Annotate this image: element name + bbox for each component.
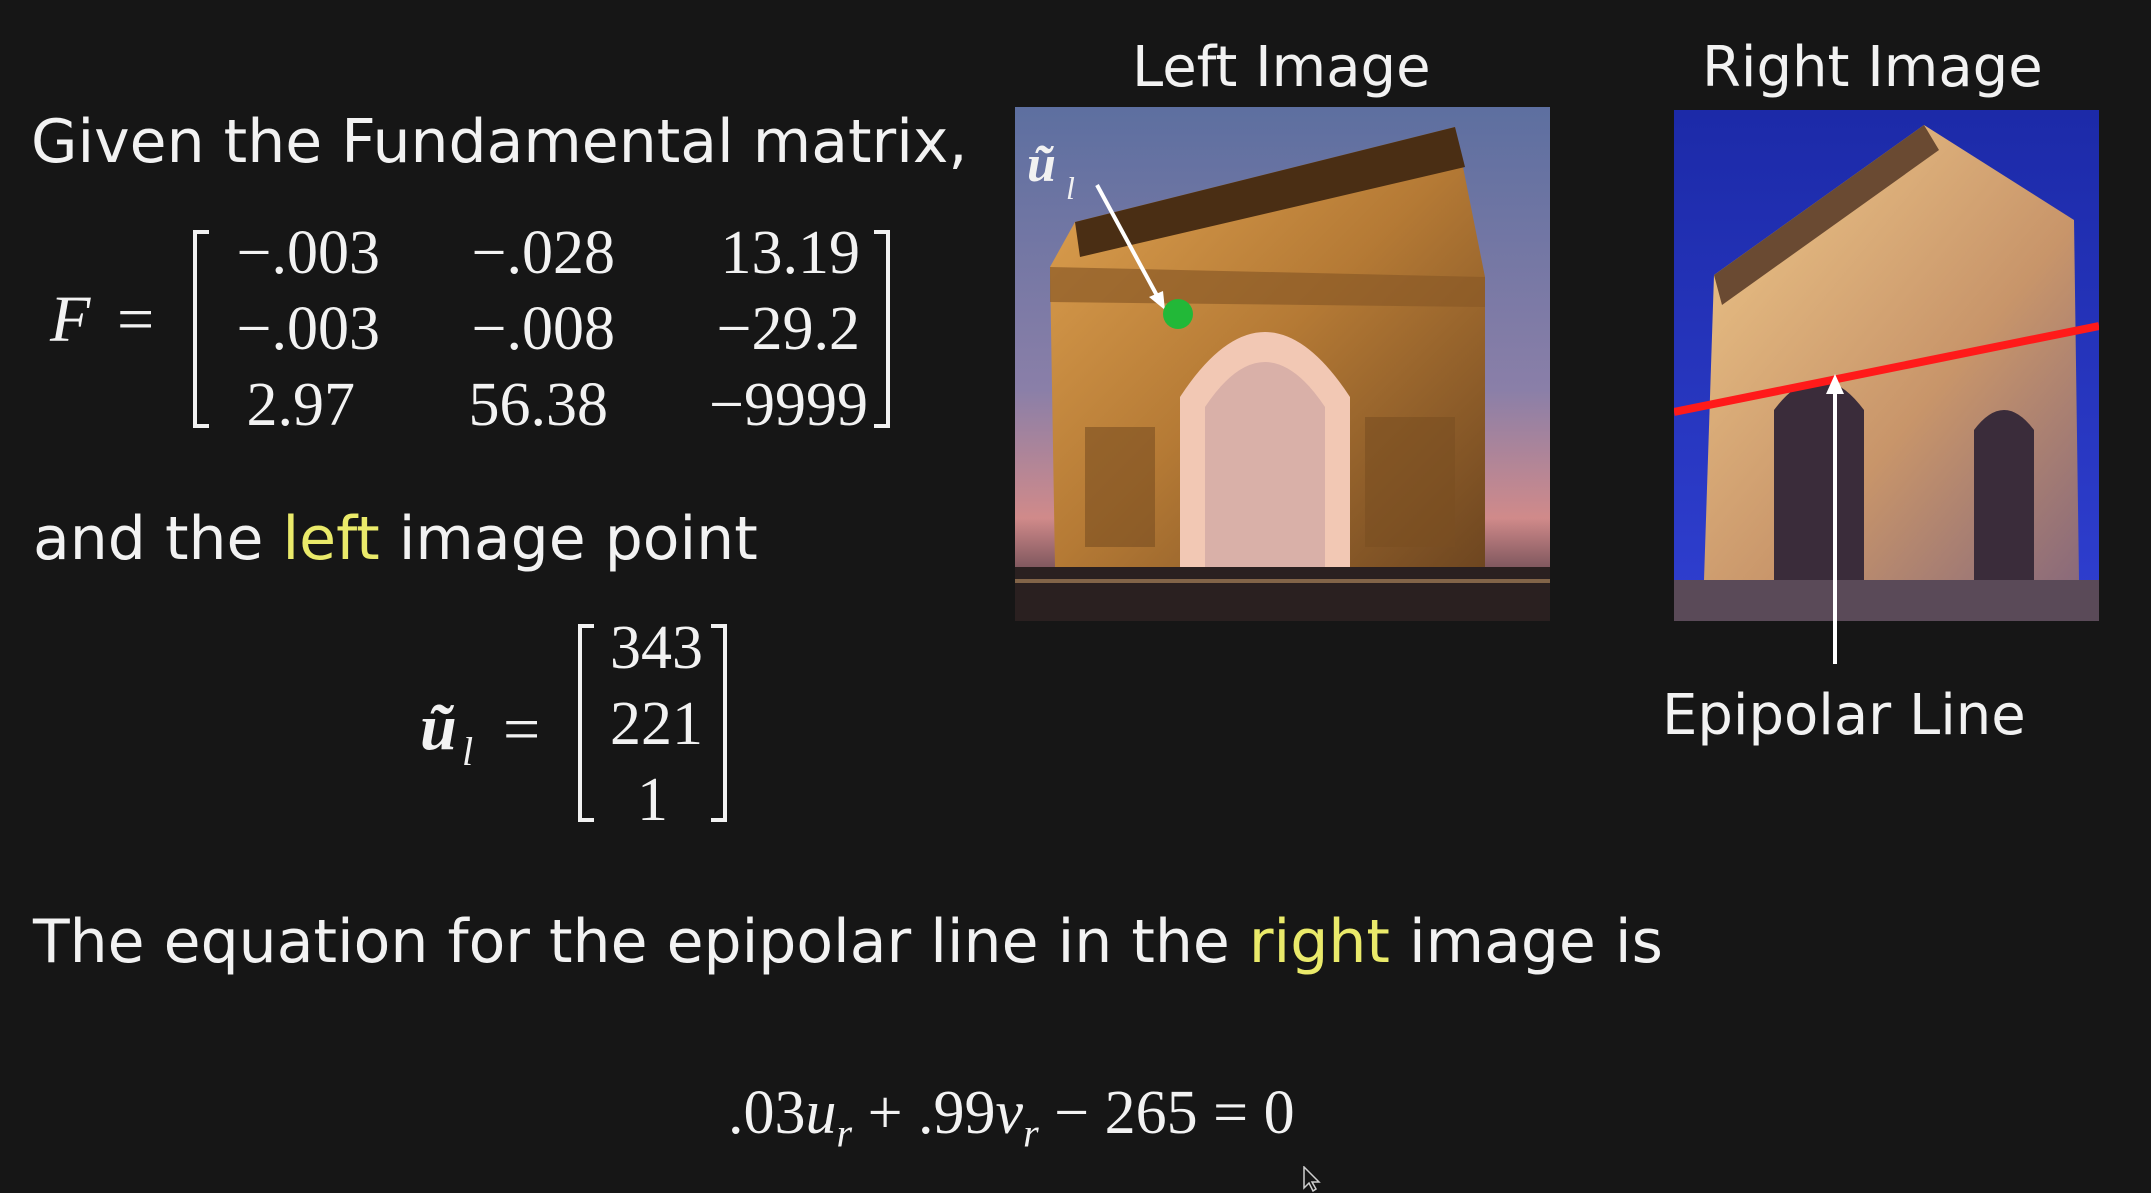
right-image-title: Right Image [1702, 35, 2043, 100]
matrix-cell: 2.97 [246, 371, 356, 439]
point-text-highlight: left [282, 504, 380, 574]
mouse-cursor-icon [1303, 1166, 1321, 1192]
point-text-post: image point [379, 504, 758, 574]
eq-plus: + [867, 1079, 903, 1147]
point-equals: = [503, 693, 541, 766]
vector-left-bracket [578, 624, 594, 822]
matrix-equals: = [117, 283, 155, 356]
result-text: The equation for the epipolar line in th… [33, 912, 1663, 972]
epipolar-equation: .03ur + .99vr − 265 = 0 [728, 1078, 1295, 1156]
vector-cell: 221 [610, 690, 703, 758]
matrix-right-bracket [874, 230, 890, 428]
left-point-label: ũ [1027, 136, 1056, 193]
left-image-title: Left Image [1132, 35, 1431, 100]
matrix-cell: 13.19 [720, 219, 861, 287]
eq-var-v: v [995, 1079, 1024, 1147]
eq-minus: − [1054, 1079, 1090, 1147]
point-text-pre: and the [33, 504, 283, 574]
point-symbol-subscript: l [462, 729, 474, 774]
eq-coef-u: .03 [728, 1079, 806, 1147]
matrix-cell: −.003 [236, 219, 380, 287]
vector-right-bracket [711, 624, 727, 822]
result-text-highlight: right [1248, 907, 1390, 977]
matrix-cell: −.003 [236, 295, 380, 363]
eq-rhs: 0 [1263, 1079, 1295, 1147]
vector-cell: 1 [637, 766, 668, 834]
matrix-symbol: F [50, 283, 91, 356]
left-image [1015, 107, 1550, 621]
epipolar-line-label: Epipolar Line [1662, 683, 2026, 748]
matrix-cell: −9999 [709, 371, 868, 439]
eq-var-u: u [805, 1079, 837, 1147]
eq-coef-v: .99 [918, 1079, 996, 1147]
left-point-label-subscript: l [1066, 170, 1075, 206]
right-image [1674, 110, 2099, 621]
result-text-pre: The equation for the epipolar line in th… [33, 907, 1249, 977]
left-image-point [1163, 299, 1193, 329]
eq-constant: 265 [1104, 1079, 1198, 1147]
eq-equals: = [1213, 1079, 1249, 1147]
vector-cell: 343 [610, 614, 703, 682]
point-symbol: ũ [420, 691, 457, 764]
epipolar-arrow [1826, 374, 1844, 664]
matrix-cell: 56.38 [468, 371, 609, 439]
intro-text: Given the Fundamental matrix, [31, 107, 968, 177]
result-text-post: image is [1389, 907, 1663, 977]
point-text: and the left image point [33, 509, 758, 569]
matrix-cell: −.008 [471, 295, 615, 363]
matrix-cell: −29.2 [716, 295, 860, 363]
eq-sub-u: r [836, 1110, 853, 1156]
matrix-cell: −.028 [471, 219, 615, 287]
eq-sub-v: r [1023, 1110, 1039, 1156]
